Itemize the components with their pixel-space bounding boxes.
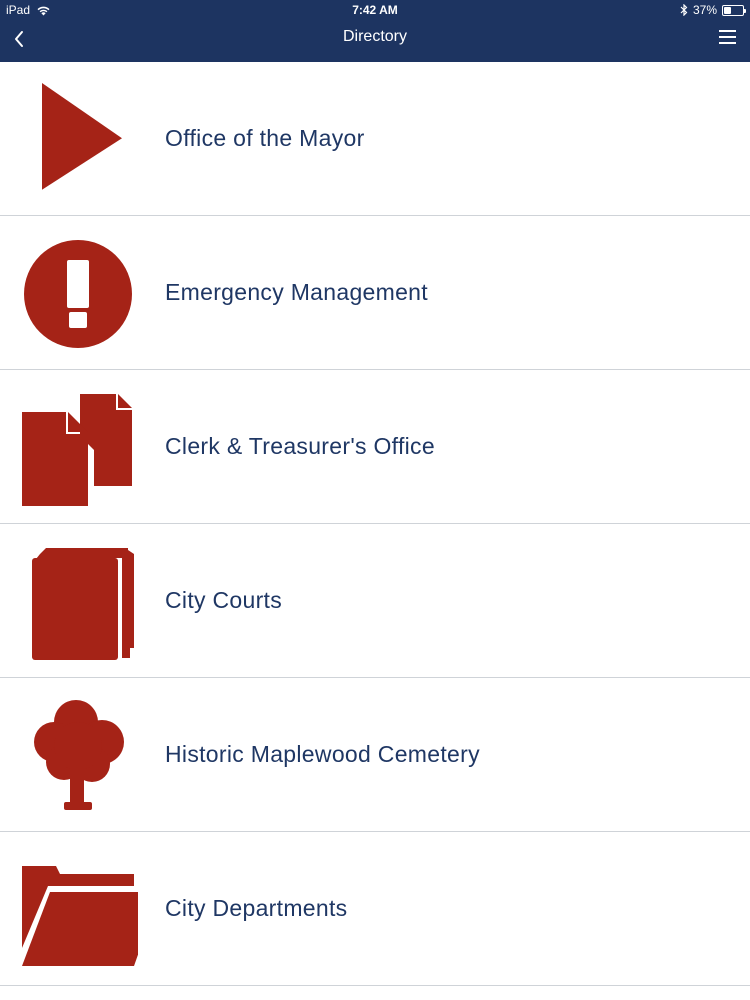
directory-item-label: City Departments	[165, 895, 348, 921]
folder-open-icon	[22, 866, 138, 966]
directory-item-label: Office of the Mayor	[165, 125, 365, 151]
directory-item-emergency-management[interactable]: Emergency Management	[0, 216, 750, 370]
directory-item-historic-maplewood-cemetery[interactable]: Historic Maplewood Cemetery	[0, 678, 750, 832]
page-title: Directory	[342, 28, 407, 45]
status-right: 37%	[680, 3, 746, 17]
directory-list: Office of the Mayor Emergency Management…	[0, 62, 750, 986]
navigation-bar: Directory	[0, 20, 750, 62]
tree-icon	[34, 700, 124, 810]
status-time: 7:42 AM	[352, 3, 398, 17]
status-bar: iPad 7:42 AM 37%	[0, 0, 750, 20]
directory-item-label: Clerk & Treasurer's Office	[165, 433, 435, 459]
directory-item-city-departments[interactable]: City Departments	[0, 832, 750, 986]
battery-fill	[724, 6, 731, 14]
bluetooth-icon	[680, 4, 688, 16]
directory-item-clerk-treasurers-office[interactable]: Clerk & Treasurer's Office	[0, 370, 750, 524]
book-icon	[32, 548, 134, 660]
directory-item-label: Historic Maplewood Cemetery	[165, 741, 480, 767]
top-bar: iPad 7:42 AM 37% Directory	[0, 0, 750, 62]
directory-item-label: Emergency Management	[165, 279, 428, 305]
documents-icon	[22, 394, 132, 506]
battery-percent: 37%	[692, 3, 717, 17]
alert-icon	[24, 240, 132, 348]
menu-button[interactable]	[716, 27, 740, 49]
directory-item-label: City Courts	[165, 587, 283, 613]
hamburger-menu-icon	[719, 30, 736, 44]
directory-item-office-of-the-mayor[interactable]: Office of the Mayor	[0, 62, 750, 216]
directory-item-city-courts[interactable]: City Courts	[0, 524, 750, 678]
play-icon	[42, 83, 122, 190]
battery-icon	[722, 4, 746, 16]
